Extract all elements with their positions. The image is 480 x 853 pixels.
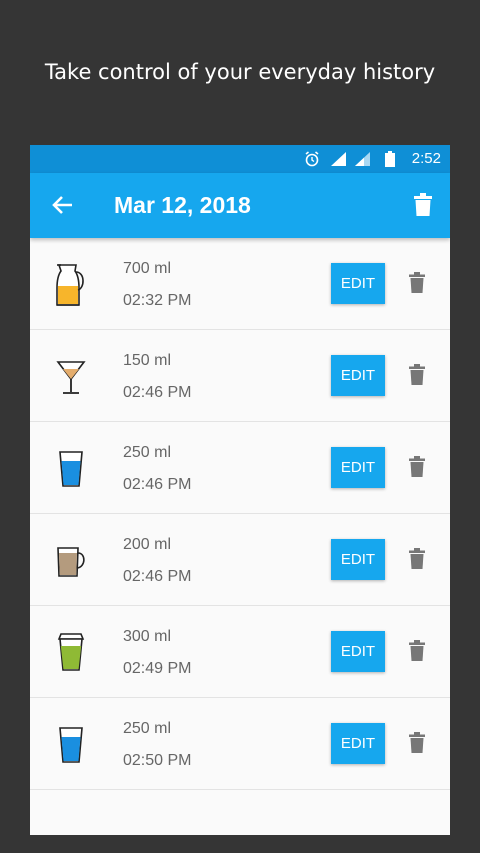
jug-icon xyxy=(54,260,88,308)
alarm-icon xyxy=(304,151,320,171)
trash-icon[interactable] xyxy=(414,193,432,221)
list-item: 200 ml 02:46 PM EDIT xyxy=(30,514,450,606)
cocktail-glass-icon xyxy=(54,352,88,400)
trash-icon[interactable] xyxy=(409,364,425,390)
edit-button[interactable]: EDIT xyxy=(331,263,385,304)
entry-amount: 300 ml xyxy=(123,628,172,645)
coffee-mug-icon xyxy=(54,536,88,584)
trash-icon[interactable] xyxy=(409,272,425,298)
trash-icon[interactable] xyxy=(409,640,425,666)
signal-icon xyxy=(354,151,371,171)
battery-icon xyxy=(385,151,395,171)
edit-button[interactable]: EDIT xyxy=(331,355,385,396)
trash-icon[interactable] xyxy=(409,732,425,758)
entry-time: 02:32 PM xyxy=(123,292,192,309)
entry-amount: 150 ml xyxy=(123,352,172,369)
water-glass-icon xyxy=(54,444,88,492)
page-title: Mar 12, 2018 xyxy=(114,192,251,218)
app-bar: Mar 12, 2018 xyxy=(30,173,450,238)
entry-amount: 200 ml xyxy=(123,536,172,553)
entry-time: 02:50 PM xyxy=(123,752,192,769)
entry-amount: 250 ml xyxy=(123,720,172,737)
entry-amount: 700 ml xyxy=(123,260,172,277)
arrow-left-icon[interactable] xyxy=(52,195,74,220)
phone-screen: 2:52 Mar 12, 2018 700 ml 02:32 PM EDIT 1… xyxy=(30,145,450,835)
entry-time: 02:49 PM xyxy=(123,660,192,677)
list-item: 300 ml 02:49 PM EDIT xyxy=(30,606,450,698)
signal-icon xyxy=(330,151,347,171)
edit-button[interactable]: EDIT xyxy=(331,723,385,764)
entry-time: 02:46 PM xyxy=(123,568,192,585)
promo-caption: Take control of your everyday history xyxy=(44,60,436,84)
trash-icon[interactable] xyxy=(409,548,425,574)
status-time: 2:52 xyxy=(411,150,441,167)
status-bar: 2:52 xyxy=(30,145,450,173)
list-item: 700 ml 02:32 PM EDIT xyxy=(30,238,450,330)
trash-icon[interactable] xyxy=(409,456,425,482)
list-item: 250 ml 02:50 PM EDIT xyxy=(30,698,450,790)
intake-list: 700 ml 02:32 PM EDIT 150 ml 02:46 PM EDI… xyxy=(30,238,450,790)
edit-button[interactable]: EDIT xyxy=(331,447,385,488)
entry-amount: 250 ml xyxy=(123,444,172,461)
entry-time: 02:46 PM xyxy=(123,476,192,493)
entry-time: 02:46 PM xyxy=(123,384,192,401)
list-item: 250 ml 02:46 PM EDIT xyxy=(30,422,450,514)
water-glass-icon xyxy=(54,720,88,768)
takeaway-cup-icon xyxy=(54,628,88,676)
edit-button[interactable]: EDIT xyxy=(331,631,385,672)
list-item: 150 ml 02:46 PM EDIT xyxy=(30,330,450,422)
edit-button[interactable]: EDIT xyxy=(331,539,385,580)
